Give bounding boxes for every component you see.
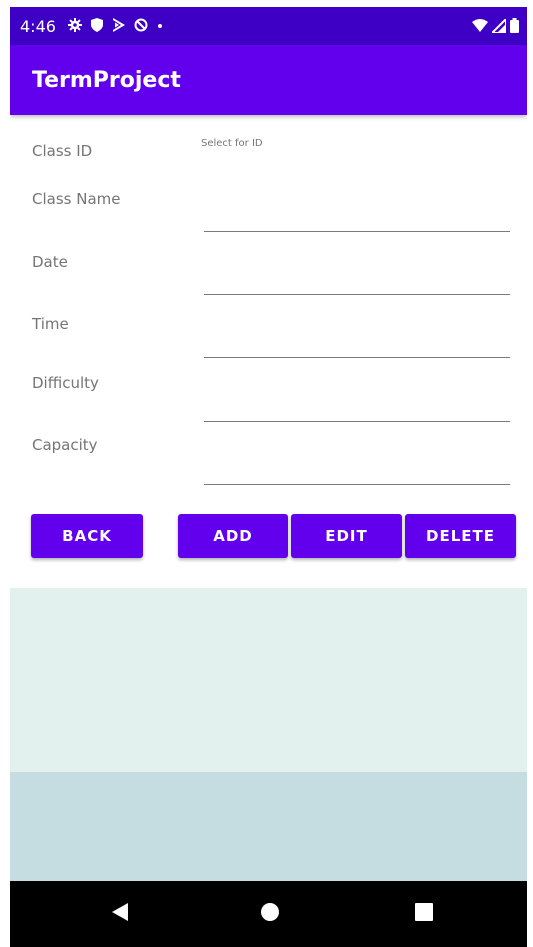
back-button[interactable]: BACK (31, 514, 143, 558)
list-panel-light (10, 588, 527, 772)
list-panel-dark (10, 772, 527, 881)
add-button[interactable]: ADD (178, 514, 288, 558)
difficulty-label: Difficulty (32, 374, 99, 392)
delete-button[interactable]: DELETE (405, 514, 516, 558)
shield-icon (91, 18, 103, 32)
edit-button[interactable]: EDIT (291, 514, 402, 558)
class-id-selector[interactable]: Select for ID (201, 138, 263, 149)
status-icons-right (472, 18, 519, 33)
capacity-input[interactable] (204, 484, 510, 485)
signal-icon (492, 18, 506, 33)
navigation-bar (10, 881, 527, 947)
app-title: TermProject (32, 68, 181, 93)
app-bar: TermProject (10, 45, 527, 115)
device-screen: 4:46 TermProject Class ID Select for ID … (10, 7, 527, 947)
status-icons-left (68, 18, 163, 32)
time-label: Time (32, 315, 69, 333)
date-input[interactable] (204, 294, 510, 295)
date-label: Date (32, 253, 68, 271)
home-circle-icon[interactable] (259, 901, 281, 923)
data-saver-icon (134, 18, 148, 32)
dot-icon (158, 24, 162, 28)
battery-icon (510, 18, 519, 33)
recents-square-icon[interactable] (413, 901, 435, 923)
capacity-label: Capacity (32, 436, 98, 454)
time-input[interactable] (204, 357, 510, 358)
status-time: 4:46 (20, 17, 56, 36)
play-store-icon (113, 18, 125, 32)
back-triangle-icon[interactable] (109, 901, 131, 923)
class-name-label: Class Name (32, 190, 121, 208)
class-name-input[interactable] (204, 231, 510, 232)
difficulty-input[interactable] (204, 421, 510, 422)
class-id-label: Class ID (32, 142, 93, 160)
wifi-icon (472, 18, 488, 32)
status-bar: 4:46 (10, 7, 527, 45)
settings-icon (68, 18, 82, 32)
